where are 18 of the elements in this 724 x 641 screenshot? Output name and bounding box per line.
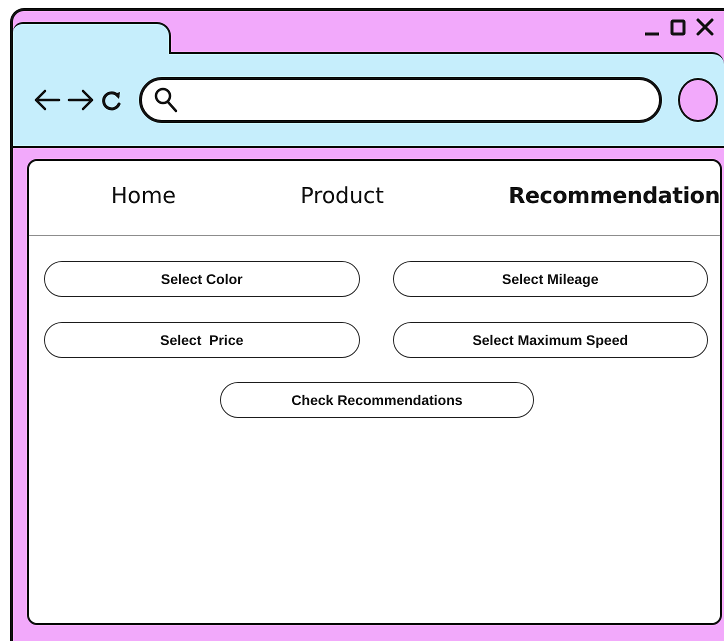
close-icon[interactable]: [696, 18, 714, 36]
reload-icon[interactable]: [101, 89, 123, 111]
filter-button[interactable]: Select Color: [44, 261, 360, 297]
filter-button[interactable]: Select Price: [44, 322, 360, 358]
address-bar[interactable]: [139, 77, 662, 123]
filter-button[interactable]: Select Maximum Speed: [392, 322, 708, 358]
nav-link[interactable]: Recommendation: [508, 184, 720, 208]
browser-tab[interactable]: [13, 22, 171, 54]
filter-button[interactable]: Select Mileage: [392, 261, 708, 297]
nav-link[interactable]: Home: [111, 184, 176, 208]
maximize-icon[interactable]: [670, 18, 686, 36]
forward-arrow-icon[interactable]: [67, 89, 95, 111]
check-recommendations-button[interactable]: Check Recommendations: [220, 382, 534, 418]
search-icon: [154, 87, 178, 113]
profile-avatar[interactable]: [678, 78, 718, 122]
back-arrow-icon[interactable]: [33, 89, 61, 111]
nav-link[interactable]: Product: [300, 184, 384, 208]
minimize-icon[interactable]: [644, 30, 660, 36]
